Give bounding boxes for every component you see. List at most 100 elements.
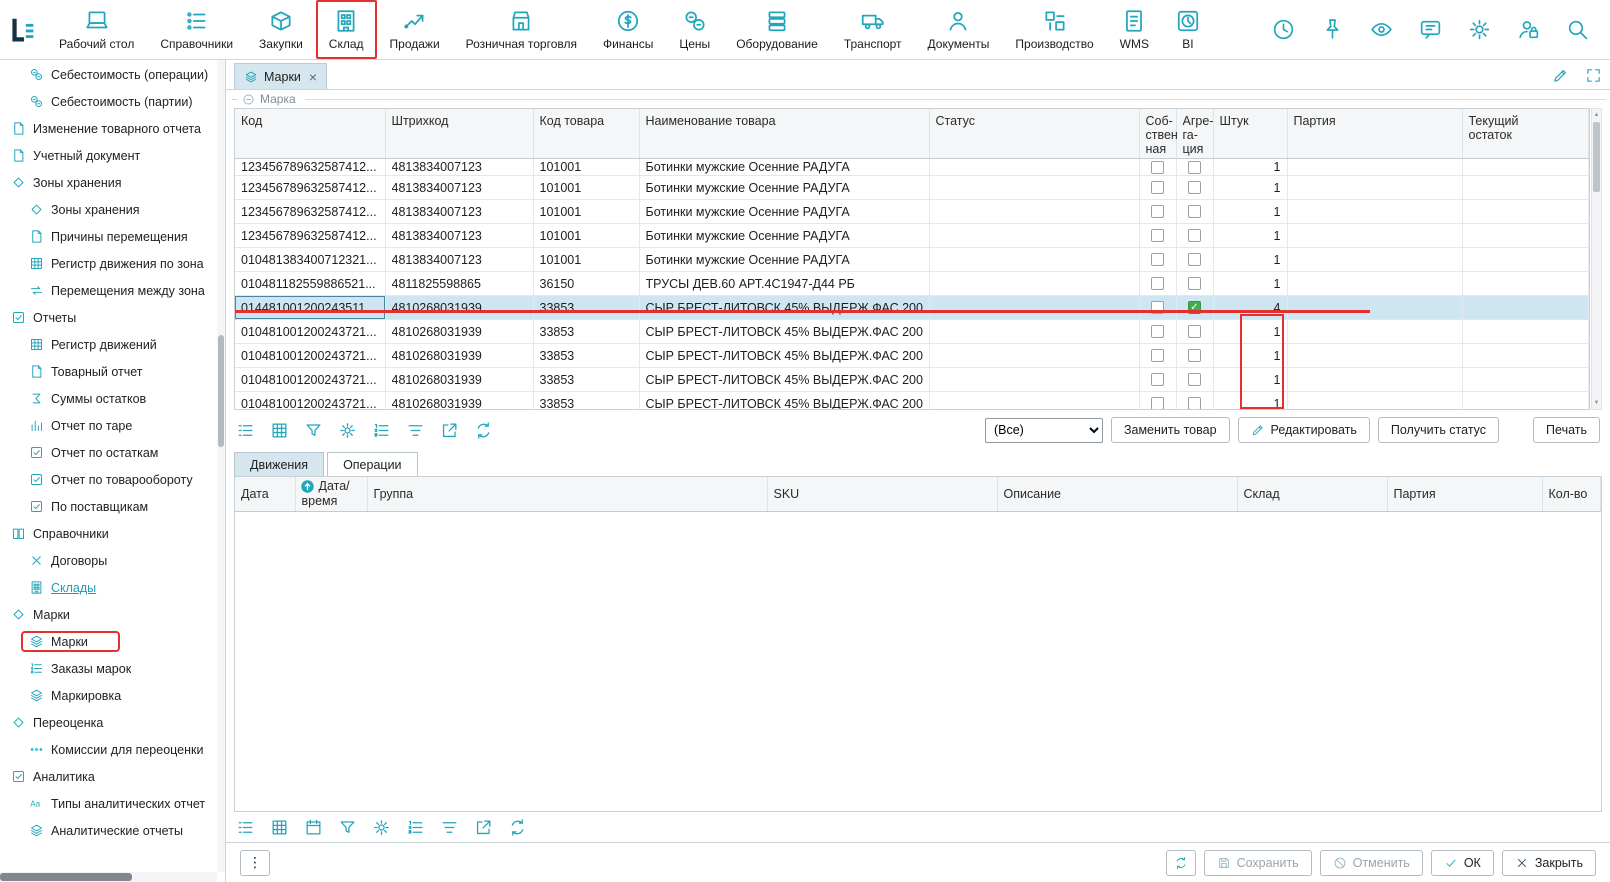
sidebar-item-9[interactable]: Отчеты: [0, 304, 225, 331]
scroll-up-icon[interactable]: ▲: [1592, 109, 1601, 121]
sidebar-item-28[interactable]: Аналитические отчеты: [0, 817, 225, 844]
cell-own[interactable]: [1139, 272, 1176, 296]
sidebar-item-0[interactable]: Себестоимость (операции): [0, 61, 225, 88]
cell-current-balance[interactable]: [1462, 344, 1589, 368]
cell-current-balance[interactable]: [1462, 176, 1589, 200]
sidebar-item-17[interactable]: Справочники: [0, 520, 225, 547]
clock-icon[interactable]: [1271, 17, 1296, 42]
refresh-icon[interactable]: [474, 421, 493, 440]
cell-qty[interactable]: 1: [1213, 248, 1287, 272]
cell-item_code[interactable]: 101001: [533, 224, 639, 248]
cell-own[interactable]: [1139, 248, 1176, 272]
cell-aggregation[interactable]: [1176, 176, 1213, 200]
cell-batch[interactable]: [1287, 200, 1462, 224]
cell-aggregation[interactable]: [1176, 344, 1213, 368]
marks-column-header-5[interactable]: Соб- ствен ная: [1139, 109, 1176, 159]
scroll-down-icon[interactable]: ▼: [1592, 397, 1601, 409]
marks-column-header-2[interactable]: Код товара: [533, 109, 639, 159]
marks-row[interactable]: 010481001200243721...481026803193933853С…: [235, 344, 1589, 368]
sidebar-vertical-scrollbar[interactable]: [217, 60, 225, 872]
cell-current-balance[interactable]: [1462, 248, 1589, 272]
replace-item-button[interactable]: Заменить товар: [1111, 417, 1230, 443]
cell-aggregation[interactable]: [1176, 272, 1213, 296]
cell-item_name[interactable]: СЫР БРЕСТ-ЛИТОВСК 45% ВЫДЕРЖ.ФАС 200...: [639, 392, 929, 411]
cell-code[interactable]: 123456789632587412...: [235, 159, 385, 176]
cell-status[interactable]: [929, 176, 1139, 200]
sidebar-item-12[interactable]: Суммы остатков: [0, 385, 225, 412]
gear-icon[interactable]: [1467, 17, 1492, 42]
cell-item_name[interactable]: СЫР БРЕСТ-ЛИТОВСК 45% ВЫДЕРЖ.ФАС 200...: [639, 320, 929, 344]
marks-row[interactable]: 010481182559886521...481182559886536150Т…: [235, 272, 1589, 296]
cell-batch[interactable]: [1287, 224, 1462, 248]
sidebar-item-16[interactable]: По поставщикам: [0, 493, 225, 520]
calendar-icon[interactable]: [304, 818, 323, 837]
fullscreen-icon[interactable]: [1585, 67, 1602, 84]
cell-batch[interactable]: [1287, 296, 1462, 320]
cell-aggregation[interactable]: [1176, 320, 1213, 344]
sidebar-item-5[interactable]: Зоны хранения: [0, 196, 225, 223]
cell-qty[interactable]: 1: [1213, 200, 1287, 224]
edit-button[interactable]: Редактировать: [1238, 417, 1370, 443]
sidebar-item-24[interactable]: Переоценка: [0, 709, 225, 736]
cell-current-balance[interactable]: [1462, 224, 1589, 248]
cell-item_name[interactable]: ТРУСЫ ДЕВ.60 АРТ.4С1947-Д44 РБ: [639, 272, 929, 296]
own-checkbox[interactable]: [1151, 373, 1164, 386]
sidebar-item-14[interactable]: Отчет по остаткам: [0, 439, 225, 466]
sidebar-item-20[interactable]: Марки: [0, 601, 225, 628]
cell-barcode[interactable]: 4810268031939: [385, 344, 533, 368]
nav-item-purchases[interactable]: Закупки: [246, 0, 316, 59]
cell-aggregation[interactable]: [1176, 200, 1213, 224]
sortlines-icon[interactable]: [406, 421, 425, 440]
user-icon[interactable]: [1516, 17, 1541, 42]
marks-row[interactable]: 123456789632587412...4813834007123101001…: [235, 224, 1589, 248]
cell-item_name[interactable]: Ботинки мужские Осенние РАДУГА: [639, 176, 929, 200]
cell-item_name[interactable]: Ботинки мужские Осенние РАДУГА: [639, 224, 929, 248]
cell-barcode[interactable]: 4813834007123: [385, 200, 533, 224]
chat-icon[interactable]: [1418, 17, 1443, 42]
marks-grid-scrollbar[interactable]: ▲ ▼: [1591, 108, 1602, 410]
cell-status[interactable]: [929, 272, 1139, 296]
cell-item_name[interactable]: Ботинки мужские Осенние РАДУГА: [639, 159, 929, 176]
nav-item-retail[interactable]: Розничная торговля: [453, 0, 590, 59]
cell-barcode[interactable]: 4813834007123: [385, 176, 533, 200]
aggregation-checkbox[interactable]: [1188, 205, 1201, 218]
cell-code[interactable]: 123456789632587412...: [235, 176, 385, 200]
listview-icon[interactable]: [236, 818, 255, 837]
detail-column-header-4[interactable]: Описание: [997, 477, 1237, 511]
cell-own[interactable]: [1139, 176, 1176, 200]
cell-status[interactable]: [929, 368, 1139, 392]
cell-item_name[interactable]: СЫР БРЕСТ-ЛИТОВСК 45% ВЫДЕРЖ.ФАС 200...: [639, 344, 929, 368]
refresh-icon[interactable]: [508, 818, 527, 837]
cancel-button[interactable]: Отменить: [1320, 850, 1423, 876]
funnel-icon[interactable]: [304, 421, 323, 440]
sidebar-item-26[interactable]: Аналитика: [0, 763, 225, 790]
gear-icon[interactable]: [338, 421, 357, 440]
cell-code[interactable]: 010481182559886521...: [235, 272, 385, 296]
marks-column-header-8[interactable]: Партия: [1287, 109, 1462, 159]
cell-status[interactable]: [929, 392, 1139, 411]
aggregation-checkbox[interactable]: [1188, 373, 1201, 386]
cell-code[interactable]: 010481001200243721...: [235, 344, 385, 368]
marks-row[interactable]: 123456789632587412...4813834007123101001…: [235, 200, 1589, 224]
cell-item_code[interactable]: 36150: [533, 272, 639, 296]
sidebar-item-19[interactable]: Склады: [0, 574, 225, 601]
own-checkbox[interactable]: [1151, 205, 1164, 218]
own-checkbox[interactable]: [1151, 229, 1164, 242]
sidebar-item-3[interactable]: Учетный документ: [0, 142, 225, 169]
own-checkbox[interactable]: [1151, 161, 1164, 174]
scrollbar-thumb[interactable]: [1593, 122, 1600, 192]
marks-row[interactable]: 010481383400712321...4813834007123101001…: [235, 248, 1589, 272]
own-checkbox[interactable]: [1151, 349, 1164, 362]
cell-status[interactable]: [929, 320, 1139, 344]
marks-row[interactable]: 123456789632587412...4813834007123101001…: [235, 176, 1589, 200]
nav-item-transport[interactable]: Транспорт: [831, 0, 915, 59]
tab-close-icon[interactable]: ×: [309, 70, 317, 84]
own-checkbox[interactable]: [1151, 181, 1164, 194]
cell-code[interactable]: 010481383400712321...: [235, 248, 385, 272]
app-logo[interactable]: [0, 0, 46, 59]
cell-item_code[interactable]: 33853: [533, 392, 639, 411]
nav-item-desktop[interactable]: Рабочий стол: [46, 0, 147, 59]
nav-item-finances[interactable]: Финансы: [590, 0, 666, 59]
export-icon[interactable]: [440, 421, 459, 440]
aggregation-checkbox[interactable]: [1188, 277, 1201, 290]
